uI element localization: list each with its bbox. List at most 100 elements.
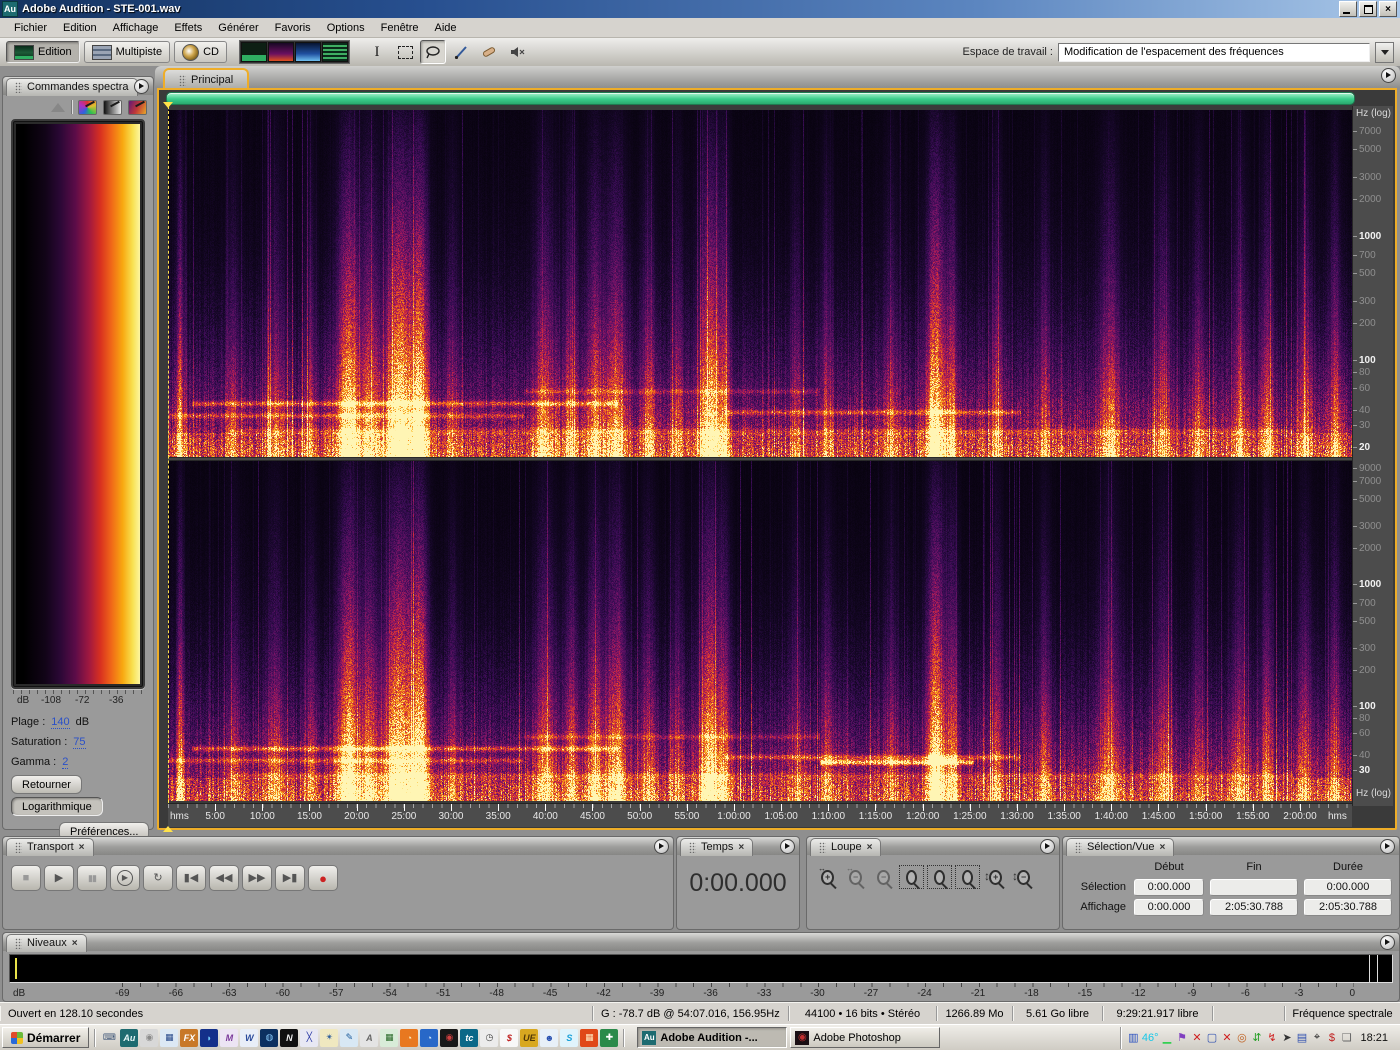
panel-grip[interactable]: [819, 841, 826, 853]
multipiste-mode-button[interactable]: Multipiste: [83, 41, 171, 63]
quicklaunch-clock-icon[interactable]: ◷: [480, 1028, 499, 1047]
panel-grip[interactable]: [179, 74, 186, 86]
panel-grip[interactable]: [15, 81, 22, 93]
close-button[interactable]: ×: [1379, 1, 1397, 17]
play-button[interactable]: ▶: [44, 865, 74, 891]
plage-value[interactable]: 140: [51, 716, 70, 729]
panel-menu-button[interactable]: [1380, 839, 1395, 854]
color-picker-icon[interactable]: [78, 99, 97, 115]
panel-menu-button[interactable]: [654, 839, 669, 854]
zoom-out-full-button[interactable]: −: [871, 865, 896, 889]
quicklaunch-green-icon[interactable]: ✚: [600, 1028, 619, 1047]
playhead-top-marker[interactable]: [163, 102, 173, 108]
quicklaunch-tools-icon[interactable]: ╳: [300, 1028, 319, 1047]
start-button[interactable]: Démarrer: [2, 1027, 90, 1048]
spot-healing-brush-tool-button[interactable]: [476, 40, 502, 64]
cd-mode-button[interactable]: CD: [174, 41, 227, 63]
marquee-selection-tool-button[interactable]: [392, 40, 418, 64]
panel-grip[interactable]: [15, 937, 22, 949]
affichage-fin-field[interactable]: 2:05:30.788: [1210, 898, 1298, 916]
menu-item[interactable]: Effets: [166, 20, 210, 36]
playhead-line[interactable]: [168, 106, 170, 803]
selection-debut-field[interactable]: 0:00.000: [1134, 878, 1204, 896]
close-panel-icon[interactable]: ×: [79, 842, 85, 853]
tray-network-error2-icon[interactable]: ✕: [1220, 1031, 1233, 1044]
quicklaunch-pen-icon[interactable]: ✎: [340, 1028, 359, 1047]
fast-forward-button[interactable]: ▶▶: [242, 865, 272, 891]
quicklaunch-audition-icon[interactable]: Au: [120, 1028, 139, 1047]
tray-minimized-icon[interactable]: ▁: [1160, 1031, 1173, 1044]
workspace-dropdown-button[interactable]: [1375, 41, 1394, 63]
play-from-cursor-button[interactable]: ▶: [110, 865, 140, 891]
menu-item[interactable]: Favoris: [267, 20, 319, 36]
tray-doc-icon[interactable]: ❏: [1340, 1031, 1353, 1044]
tray-lightning-icon[interactable]: ↯: [1265, 1031, 1278, 1044]
logarithmique-button[interactable]: Logarithmique: [11, 797, 103, 816]
minimize-button[interactable]: [1339, 1, 1357, 17]
menu-item[interactable]: Fenêtre: [373, 20, 427, 36]
quicklaunch-planet-icon[interactable]: ◍: [260, 1028, 279, 1047]
effects-paintbrush-tool-button[interactable]: [448, 40, 474, 64]
stop-button[interactable]: ■: [11, 865, 41, 891]
affichage-debut-field[interactable]: 0:00.000: [1134, 898, 1204, 916]
close-panel-icon[interactable]: ×: [72, 938, 78, 949]
zoom-out-vertical-button[interactable]: −: [1011, 865, 1036, 889]
tray-money-icon[interactable]: $: [1325, 1032, 1338, 1044]
time-selection-tool-button[interactable]: Ι: [364, 40, 390, 64]
menu-item[interactable]: Aide: [427, 20, 465, 36]
selection-duree-field[interactable]: 0:00.000: [1304, 878, 1392, 896]
record-button[interactable]: ●: [308, 865, 338, 891]
scrub-tool-button[interactable]: [504, 40, 530, 64]
horizontal-zoom-scrollbar[interactable]: [166, 92, 1355, 105]
panel-menu-button[interactable]: [134, 79, 149, 94]
panel-grip[interactable]: [15, 841, 22, 853]
tray-cursor-icon[interactable]: ➤: [1280, 1031, 1293, 1044]
quicklaunch-player-icon[interactable]: ◉: [440, 1028, 459, 1047]
zoom-in-edge-right-button[interactable]: [955, 865, 980, 889]
quicklaunch-firefox-icon[interactable]: ◔: [400, 1028, 419, 1047]
saturation-value[interactable]: 75: [73, 736, 86, 749]
tray-mouse-icon[interactable]: ⌖: [1310, 1031, 1323, 1044]
taskbar-clock[interactable]: 18:21: [1356, 1032, 1392, 1044]
tray-update-icon[interactable]: ⇵: [1250, 1031, 1263, 1044]
edition-mode-button[interactable]: Edition: [6, 41, 80, 63]
spectral-pan-view-button[interactable]: [295, 42, 321, 62]
loop-play-button[interactable]: ↻: [143, 865, 173, 891]
time-ruler[interactable]: 5:00 10:00 15:00 20:00 25:00 30:00 35:00 40:00 4…: [168, 803, 1352, 827]
quicklaunch-media-icon[interactable]: ◉: [140, 1028, 159, 1047]
menu-item[interactable]: Options: [319, 20, 373, 36]
selection-fin-field[interactable]: [1210, 878, 1298, 896]
tray-network-icon[interactable]: ▢: [1205, 1031, 1218, 1044]
quicklaunch-swoosh-icon[interactable]: ◗: [200, 1028, 219, 1047]
waveform-view-button[interactable]: [241, 42, 267, 62]
rewind-button[interactable]: ◀◀: [209, 865, 239, 891]
go-to-end-button[interactable]: ▶▮: [275, 865, 305, 891]
quicklaunch-pdf-icon[interactable]: ▦: [580, 1028, 599, 1047]
frequency-axis[interactable]: 7000 5000 3000 2000 1000 700 500 300 200 100 80 60 4…: [1352, 106, 1393, 806]
main-panel-menu-button[interactable]: [1381, 68, 1396, 83]
tray-display-icon[interactable]: ▤: [1295, 1031, 1308, 1044]
spectrogram-left-channel[interactable]: [168, 110, 1352, 457]
close-panel-icon[interactable]: ×: [1159, 842, 1165, 853]
task-window-button[interactable]: ◉ Adobe Photoshop: [790, 1027, 941, 1048]
retourner-button[interactable]: Retourner: [11, 775, 82, 794]
quicklaunch-acrobat-icon[interactable]: A: [360, 1028, 379, 1047]
menu-item[interactable]: Edition: [55, 20, 105, 36]
go-to-start-button[interactable]: ▮◀: [176, 865, 206, 891]
quicklaunch-onenote-icon[interactable]: M: [220, 1028, 239, 1047]
panel-grip[interactable]: [1075, 841, 1082, 853]
task-window-button[interactable]: Au Adobe Audition -...: [637, 1027, 788, 1048]
playhead-bottom-marker[interactable]: [163, 826, 173, 832]
zoom-in-edge-left-button[interactable]: [927, 865, 952, 889]
tray-flag-icon[interactable]: ⚑: [1175, 1031, 1188, 1044]
zoom-in-vertical-button[interactable]: +: [983, 865, 1008, 889]
principal-tab[interactable]: Principal: [163, 68, 250, 90]
spectral-phase-view-button[interactable]: [322, 42, 348, 62]
quicklaunch-fx-icon[interactable]: FX: [180, 1028, 199, 1047]
gamma-value[interactable]: 2: [62, 756, 69, 769]
tray-network-error-icon[interactable]: ✕: [1190, 1031, 1203, 1044]
grayscale-picker-icon[interactable]: [103, 99, 122, 115]
spectrogram-right-channel[interactable]: [168, 461, 1352, 801]
quicklaunch-language-icon[interactable]: ⌨: [100, 1029, 118, 1047]
menu-item[interactable]: Affichage: [105, 20, 167, 36]
